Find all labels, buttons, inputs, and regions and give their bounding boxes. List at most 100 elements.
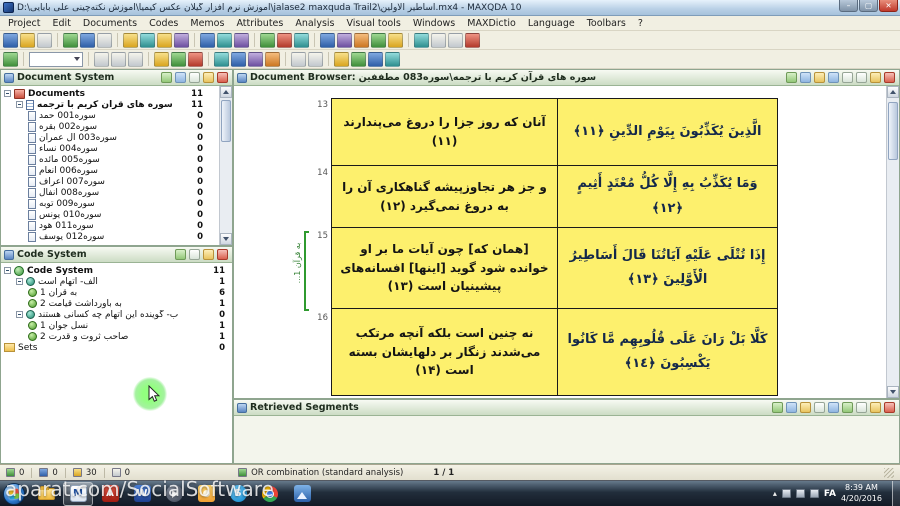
document-portrait-icon[interactable]: [354, 32, 369, 48]
menu-visual-tools[interactable]: Visual tools: [341, 16, 407, 30]
hidden-icons-arrow[interactable]: ▴: [773, 489, 777, 498]
highlight-magenta-icon[interactable]: [188, 51, 203, 67]
scroll-down-arrow[interactable]: [887, 386, 899, 398]
zoom-out-icon[interactable]: [291, 51, 306, 67]
start-button[interactable]: [3, 482, 25, 505]
tree-item-document[interactable]: سوره002 بقره 0: [1, 121, 219, 132]
filter-icon[interactable]: [772, 402, 783, 413]
coding-stripes-icon[interactable]: [351, 51, 366, 67]
persian-translation-cell[interactable]: [همان که] چون آیات ما بر او خوانده شود گ…: [332, 228, 558, 308]
document-browser-scrollbar[interactable]: [886, 86, 899, 398]
print-document-icon[interactable]: [97, 32, 112, 48]
statistics-icon[interactable]: [414, 32, 429, 48]
network-icon[interactable]: [795, 489, 805, 498]
tree-item-code[interactable]: نسل جوان 1 1: [1, 320, 232, 331]
maximize-icon[interactable]: [870, 402, 881, 413]
close-button[interactable]: ✕: [879, 0, 898, 12]
code-new-icon[interactable]: [231, 51, 246, 67]
dock-icon[interactable]: [842, 402, 853, 413]
new-project-icon[interactable]: [3, 32, 18, 48]
visual-tools-icon[interactable]: [337, 32, 352, 48]
tree-item-document[interactable]: سوره007 اعراف 0: [1, 176, 219, 187]
maximize-icon[interactable]: [870, 72, 881, 83]
minimize-button[interactable]: –: [839, 0, 858, 12]
menu-memos[interactable]: Memos: [184, 16, 230, 30]
persian-translation-cell[interactable]: و جز هر تجاوزپیشه گناهکاری آن را به دروغ…: [332, 166, 558, 227]
menu-language[interactable]: Language: [522, 16, 581, 30]
tree-item-documents-root[interactable]: Documents 11: [1, 88, 219, 99]
menu-attributes[interactable]: Attributes: [230, 16, 289, 30]
retrieved-segments-icon[interactable]: [294, 32, 309, 48]
taskbar-image-editor[interactable]: [287, 482, 317, 506]
close-icon[interactable]: [217, 72, 228, 83]
taskbar-word[interactable]: W: [127, 482, 157, 506]
word-icon[interactable]: [828, 402, 839, 413]
word-cloud-icon[interactable]: [388, 32, 403, 48]
taskbar-windows-explorer[interactable]: [31, 482, 61, 506]
close-icon[interactable]: [884, 402, 895, 413]
export-icon[interactable]: [800, 402, 811, 413]
bookmark-icon[interactable]: [814, 72, 825, 83]
search-icon[interactable]: [828, 72, 839, 83]
menu-toolbars[interactable]: Toolbars: [581, 16, 632, 30]
tree-item-code-root[interactable]: Code System 11: [1, 265, 232, 276]
menu-project[interactable]: Project: [2, 16, 47, 30]
scroll-up-arrow[interactable]: [220, 86, 232, 98]
overview-icon[interactable]: [786, 402, 797, 413]
scroll-thumb[interactable]: [221, 100, 231, 142]
font-combo[interactable]: [29, 51, 83, 67]
taskbar-chrome[interactable]: [255, 482, 285, 506]
collapse-toggle[interactable]: [16, 311, 23, 318]
show-desktop-button[interactable]: [892, 480, 900, 506]
maxmaps-icon[interactable]: [320, 32, 335, 48]
code-selection-icon[interactable]: [214, 51, 229, 67]
overview-coded-segments-icon[interactable]: [140, 32, 155, 48]
open-project-icon[interactable]: [20, 32, 35, 48]
tree-item-code[interactable]: به باورداشت قیامت 2 1: [1, 298, 232, 309]
language-indicator[interactable]: FA: [824, 489, 836, 499]
underline-icon[interactable]: [128, 51, 143, 67]
search-in-document-icon[interactable]: [368, 51, 383, 67]
text-search-icon[interactable]: [200, 32, 215, 48]
collapse-toggle[interactable]: [4, 90, 11, 97]
code-in-vivo-icon[interactable]: [248, 51, 263, 67]
tree-item-document[interactable]: سوره001 حمد 0: [1, 110, 219, 121]
float-icon[interactable]: [189, 72, 200, 83]
overview-links-icon[interactable]: [174, 32, 189, 48]
highlight-green-icon[interactable]: [171, 51, 186, 67]
help-icon[interactable]: [465, 32, 480, 48]
tree-item-document[interactable]: سوره008 انفال 0: [1, 187, 219, 198]
tree-item-document[interactable]: سوره011 هود 0: [1, 220, 219, 231]
menu-edit[interactable]: Edit: [47, 16, 77, 30]
print-icon[interactable]: [814, 402, 825, 413]
tree-item-sets[interactable]: Sets 0: [1, 342, 232, 353]
float-icon[interactable]: [856, 402, 867, 413]
scroll-down-arrow[interactable]: [220, 233, 232, 245]
new-group-icon[interactable]: [175, 72, 186, 83]
complex-search-icon[interactable]: [234, 32, 249, 48]
undo-icon[interactable]: [431, 32, 446, 48]
menu-codes[interactable]: Codes: [143, 16, 184, 30]
reset-activation-icon[interactable]: [277, 32, 292, 48]
bold-icon[interactable]: [94, 51, 109, 67]
codeline-icon[interactable]: [371, 32, 386, 48]
float-icon[interactable]: [189, 249, 200, 260]
menu-windows[interactable]: Windows: [407, 16, 461, 30]
edit-mode-icon[interactable]: [3, 51, 18, 67]
taskbar-skype[interactable]: S: [223, 482, 253, 506]
arabic-verse-cell[interactable]: كَلَّا بَلْ رَانَ عَلَى قُلُوبِهِم مَّا …: [558, 309, 777, 395]
tree-item-document[interactable]: سوره012 یوسف 0: [1, 231, 219, 242]
maximize-icon[interactable]: [203, 249, 214, 260]
taskbar-clock[interactable]: 8:39 AM 4/20/2016: [841, 483, 882, 504]
new-document-group-icon[interactable]: [63, 32, 78, 48]
emoticode-icon[interactable]: [265, 51, 280, 67]
save-project-icon[interactable]: [37, 32, 52, 48]
persian-translation-cell[interactable]: آنان که روز جزا را دروغ می‌پندارند (۱۱): [332, 99, 558, 165]
highlight-yellow-icon[interactable]: [154, 51, 169, 67]
new-code-icon[interactable]: [175, 249, 186, 260]
display-settings-icon[interactable]: [385, 51, 400, 67]
zoom-in-icon[interactable]: [308, 51, 323, 67]
activate-icon[interactable]: [161, 72, 172, 83]
menu-help[interactable]: ?: [632, 16, 649, 30]
close-icon[interactable]: [217, 249, 228, 260]
